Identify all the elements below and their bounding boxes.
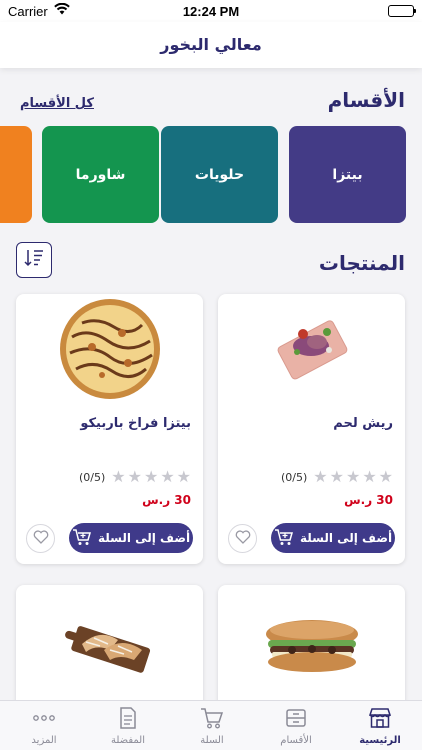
cart-icon	[200, 707, 224, 732]
product-name: ريش لحم	[333, 416, 393, 431]
box-icon	[285, 707, 307, 732]
star-icon: ★	[378, 467, 393, 486]
category-label: حلويات	[194, 166, 245, 183]
tab-bar: الرئيسية الأقسام السلة المفضلة المزيد	[0, 700, 422, 750]
favorite-button[interactable]	[228, 524, 257, 553]
product-card[interactable]: ريش لحم ★ ★ ★ ★ ★ (0/5) 30 ر.س أضف إلى ا…	[218, 294, 405, 564]
more-icon	[31, 707, 57, 732]
tab-label: الأقسام	[280, 734, 312, 746]
tab-home[interactable]: الرئيسية	[338, 701, 422, 750]
cart-plus-icon	[72, 528, 92, 549]
product-name: بيتزا فراخ باربيكو	[80, 416, 191, 431]
meat-ribs-image	[218, 294, 405, 404]
categories-carousel[interactable]: بيتزا حلويات شاورما	[0, 126, 422, 226]
tab-label: المفضلة	[111, 734, 146, 746]
button-label: أضف إلى السلة	[97, 531, 191, 545]
cart-plus-icon	[274, 528, 294, 549]
bbq-chicken-pizza-image	[16, 294, 203, 404]
tab-categories[interactable]: الأقسام	[254, 701, 338, 750]
category-label: شاورما	[75, 166, 126, 183]
rating-value: (0/5)	[78, 470, 106, 484]
product-price: 30 ر.س	[142, 493, 191, 507]
all-categories-link[interactable]: كل الأقسام	[20, 96, 94, 111]
category-card-shawarma[interactable]: شاورما	[42, 126, 159, 223]
heart-icon	[33, 529, 49, 548]
star-icon: ★	[329, 467, 344, 486]
pastry-board-image	[16, 590, 203, 700]
product-card[interactable]	[218, 585, 405, 700]
document-icon	[118, 706, 138, 732]
category-card-partial[interactable]	[0, 126, 32, 223]
star-icon: ★	[345, 467, 361, 486]
main-content[interactable]: الأقسام كل الأقسام بيتزا حلويات شاورما ا…	[0, 68, 422, 700]
star-icon: ★	[313, 467, 328, 486]
product-price: 30 ر.س	[344, 493, 393, 507]
clock: 12:24 PM	[182, 4, 240, 19]
categories-title: الأقسام	[327, 88, 405, 112]
tab-label: السلة	[200, 734, 224, 746]
rating-stars: ★ ★ ★ ★ ★ (0/5)	[79, 469, 191, 485]
page-title: معالي البخور	[160, 35, 262, 54]
star-icon: ★	[143, 467, 159, 486]
add-to-cart-button[interactable]: أضف إلى السلة	[69, 523, 193, 553]
battery-icon	[388, 5, 416, 17]
sort-button[interactable]	[16, 242, 52, 278]
tab-favorites[interactable]: المفضلة	[86, 701, 170, 750]
tab-label: الرئيسية	[359, 734, 401, 746]
tab-more[interactable]: المزيد	[2, 701, 86, 750]
store-icon	[368, 707, 392, 732]
rating-stars: ★ ★ ★ ★ ★ (0/5)	[281, 469, 393, 485]
star-icon: ★	[160, 467, 175, 486]
navigation-bar: معالي البخور	[0, 22, 422, 68]
sort-icon	[23, 248, 45, 272]
star-icon: ★	[127, 467, 142, 486]
add-to-cart-button[interactable]: أضف إلى السلة	[271, 523, 395, 553]
tab-cart[interactable]: السلة	[170, 701, 254, 750]
category-card-pizza[interactable]: بيتزا	[289, 126, 406, 223]
product-card[interactable]	[16, 585, 203, 700]
heart-icon	[235, 529, 251, 548]
star-icon: ★	[362, 467, 377, 486]
product-card[interactable]: بيتزا فراخ باربيكو ★ ★ ★ ★ ★ (0/5) 30 ر.…	[16, 294, 203, 564]
button-label: أضف إلى السلة	[299, 531, 393, 545]
rating-value: (0/5)	[280, 470, 308, 484]
star-icon: ★	[176, 467, 191, 486]
star-icon: ★	[111, 467, 126, 486]
status-bar: Carrier 12:24 PM	[0, 0, 422, 22]
tab-label: المزيد	[31, 734, 57, 746]
sandwich-image	[218, 590, 405, 700]
category-label: بيتزا	[332, 166, 363, 183]
products-title: المنتجات	[318, 251, 405, 275]
favorite-button[interactable]	[26, 524, 55, 553]
category-card-sweets[interactable]: حلويات	[161, 126, 278, 223]
